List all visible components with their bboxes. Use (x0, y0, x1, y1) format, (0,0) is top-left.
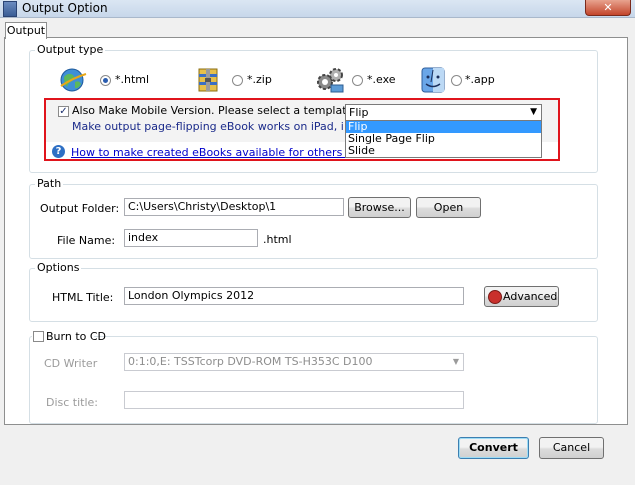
tab-output[interactable]: Output (5, 22, 47, 39)
gears-icon (315, 66, 344, 94)
cd-writer-value: 0:1:0,E: TSSTcorp DVD-ROM TS-H353C D100 (128, 355, 373, 368)
output-folder-input[interactable]: C:\Users\Christy\Desktop\1 (124, 198, 344, 216)
output-type-title: Output type (35, 43, 106, 56)
options-title: Options (35, 261, 82, 274)
path-title: Path (35, 177, 64, 190)
window-title: Output Option (22, 1, 108, 15)
file-name-input[interactable]: index (124, 229, 258, 247)
open-button[interactable]: Open (416, 197, 481, 218)
advanced-label: Advanced (503, 290, 558, 303)
globe-icon (59, 66, 87, 94)
chevron-down-icon: ▼ (452, 357, 459, 366)
advanced-button[interactable]: Advanced (484, 286, 559, 307)
cd-writer-select[interactable]: 0:1:0,E: TSSTcorp DVD-ROM TS-H353C D100 … (124, 353, 464, 371)
html-title-label: HTML Title: (52, 291, 114, 304)
cd-writer-label: CD Writer (44, 357, 98, 370)
browse-button[interactable]: Browse... (348, 197, 411, 218)
close-button[interactable]: ✕ (585, 0, 631, 16)
zip-radio[interactable] (232, 75, 243, 86)
output-folder-label: Output Folder: (40, 202, 120, 215)
disc-title-input[interactable] (124, 391, 464, 409)
mac-finder-icon (420, 66, 448, 94)
cancel-button[interactable]: Cancel (539, 437, 604, 459)
exe-radio[interactable] (352, 75, 363, 86)
app-label: *.app (465, 73, 495, 86)
burn-group (29, 336, 598, 424)
exe-label: *.exe (367, 73, 396, 86)
html-radio[interactable] (100, 75, 111, 86)
zip-icon (195, 66, 223, 94)
html-label: *.html (115, 73, 150, 86)
zip-label: *.zip (247, 73, 272, 86)
file-extension-label: .html (263, 233, 292, 246)
app-radio[interactable] (451, 75, 462, 86)
template-dropdown-list: Flip Single Page Flip Slide (345, 120, 542, 158)
path-group (29, 184, 598, 259)
app-book-icon (3, 1, 17, 17)
burn-checkbox[interactable] (33, 331, 44, 342)
disc-title-label: Disc title: (46, 396, 99, 409)
burn-label: Burn to CD (46, 330, 107, 343)
convert-button[interactable]: Convert (458, 437, 529, 459)
template-option-slide[interactable]: Slide (346, 145, 541, 157)
template-option-single-page-flip[interactable]: Single Page Flip (346, 133, 541, 145)
file-name-label: File Name: (57, 234, 116, 247)
tools-icon (488, 290, 502, 304)
html-title-input[interactable]: London Olympics 2012 (124, 287, 464, 305)
